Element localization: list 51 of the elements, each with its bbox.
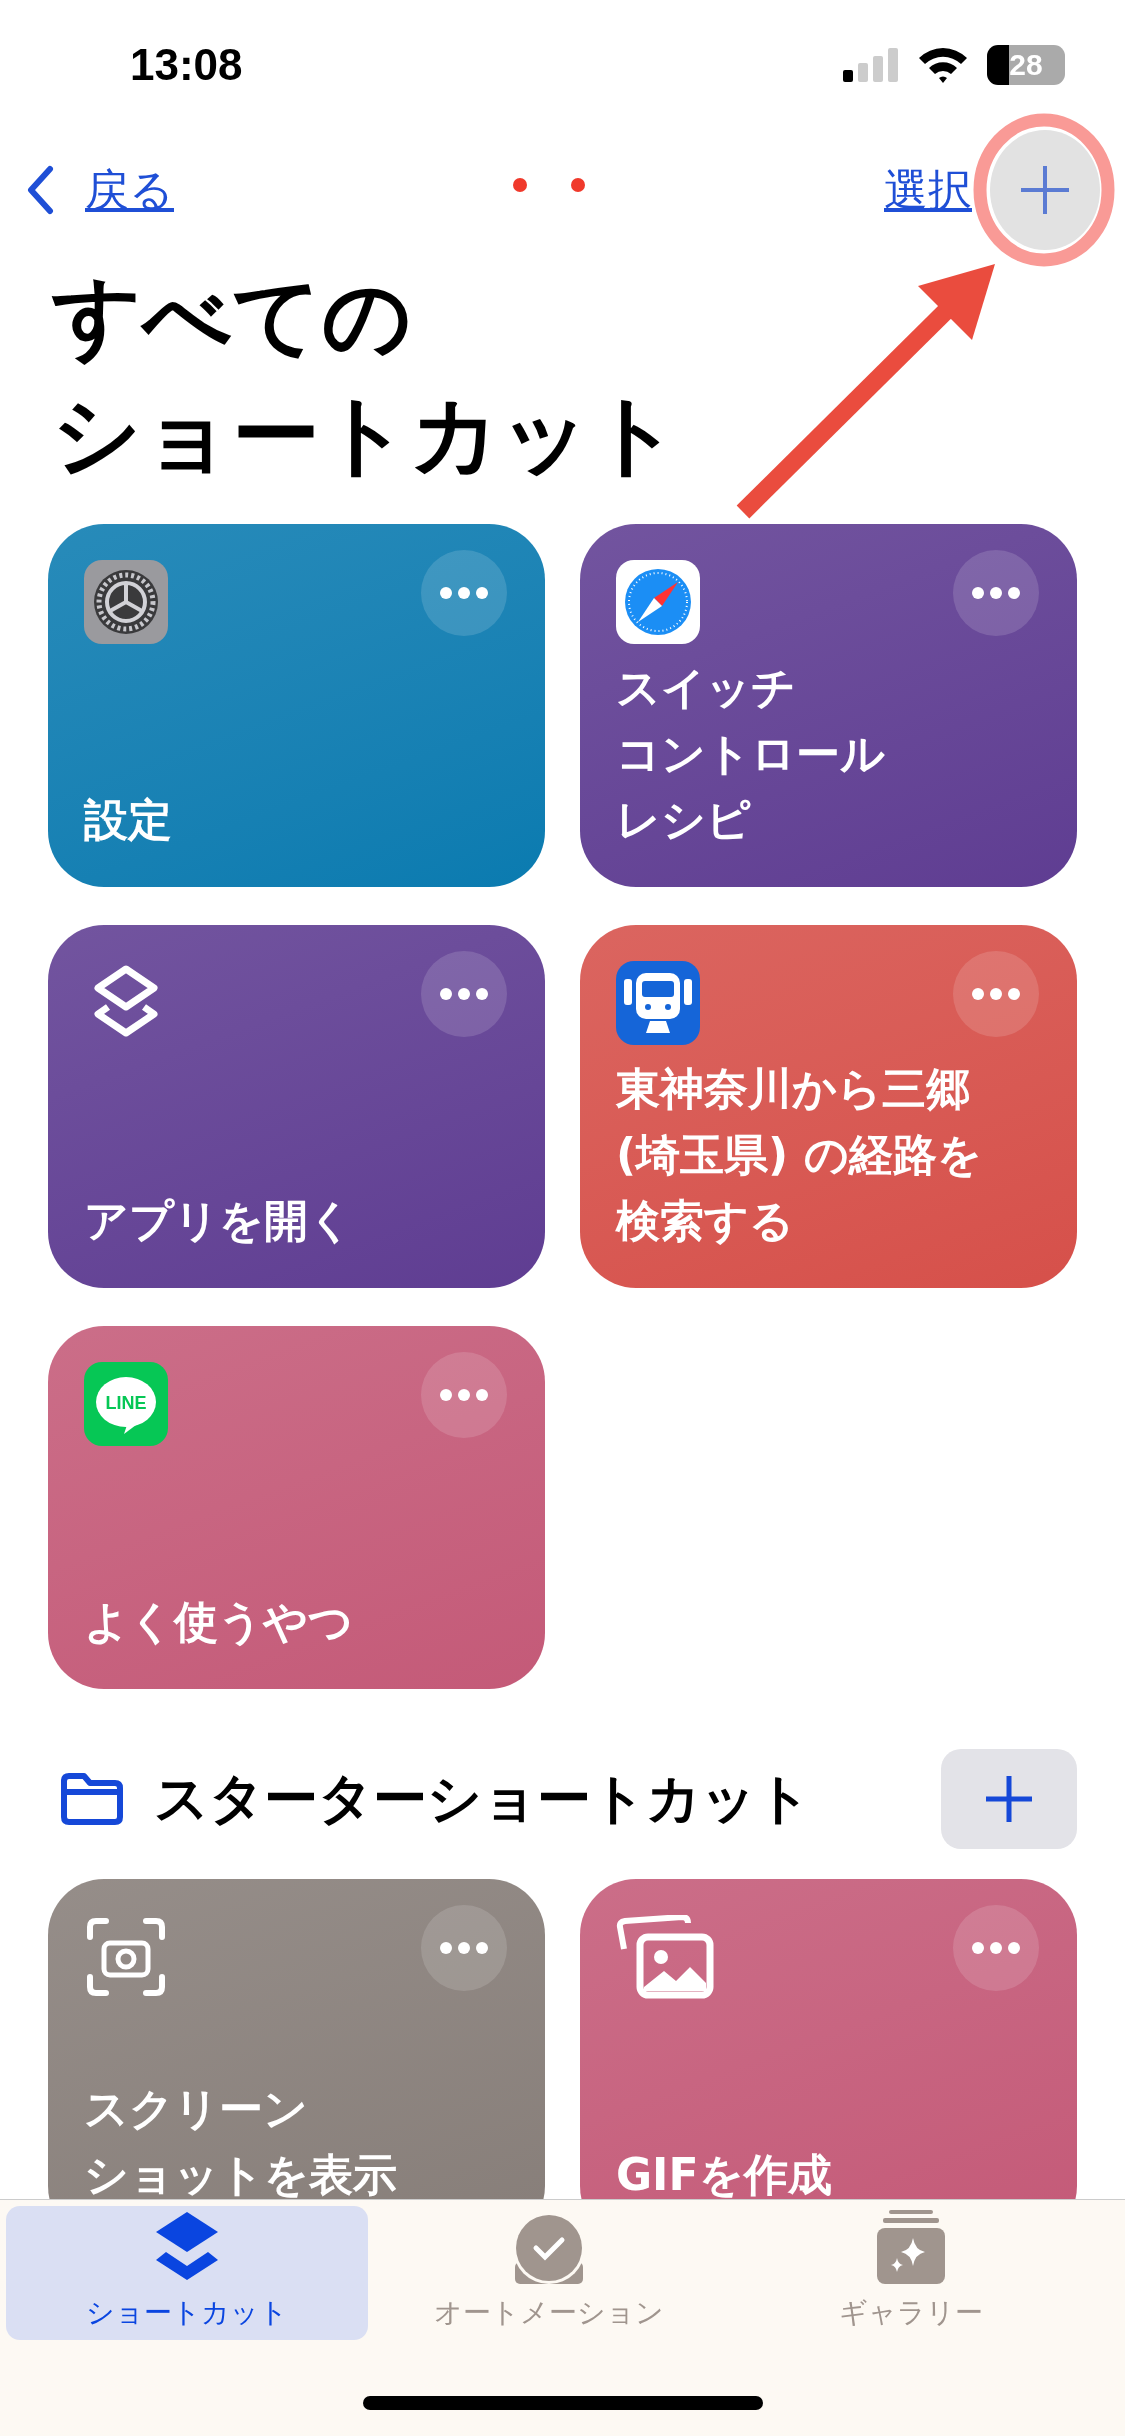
shortcut-title: スイッチ — [616, 661, 797, 715]
compass-icon — [616, 560, 700, 644]
section-title: スターターショートカット — [154, 1765, 812, 1832]
shortcut-card[interactable]: アプリを開く — [48, 925, 545, 1288]
back-link[interactable]: 戻る — [25, 160, 174, 220]
chevron-icon — [25, 165, 55, 215]
photos-icon — [616, 1915, 716, 1999]
shortcut-title: レシピ — [616, 793, 752, 847]
shortcut-title: ショットを表示 — [84, 2148, 398, 2199]
shortcut-title: GIFを作成 — [616, 2148, 833, 2199]
shortcut-card[interactable]: スイッチ コントロール レシピ — [580, 524, 1077, 887]
plus-icon — [984, 1774, 1034, 1824]
train-icon — [616, 961, 700, 1045]
status-time: 13:08 — [130, 40, 243, 90]
ellipsis-icon — [439, 1388, 489, 1402]
shortcut-title: 検索する — [616, 1194, 795, 1248]
gallery-icon — [875, 2208, 947, 2286]
shortcut-title: スクリーン — [84, 2082, 309, 2136]
ellipsis-icon — [439, 1941, 489, 1955]
folder-icon — [60, 1773, 124, 1825]
shortcut-card[interactable]: 東神奈川から三郷 (埼玉県) の経路を 検索する — [580, 925, 1077, 1288]
shortcut-title: 設定 — [84, 793, 173, 847]
tab[interactable]: ギャラリー — [730, 2206, 1092, 2340]
dots-icon — [512, 177, 586, 193]
check-clock-icon — [513, 2212, 585, 2286]
select-link[interactable]: 選択 — [884, 160, 972, 220]
shortcut-title: (埼玉県) の経路を — [616, 1128, 983, 1182]
ellipsis-icon — [971, 987, 1021, 1001]
shortcut-title: 東神奈川から三郷 — [616, 1062, 971, 1116]
signal-icon — [843, 48, 899, 82]
gear-icon — [84, 560, 168, 644]
shortcut-title: アプリを開く — [84, 1194, 354, 1248]
screenshot-camera-icon — [84, 1915, 168, 1999]
tab[interactable]: オートメーション — [368, 2206, 730, 2340]
shortcut-card[interactable]: LINE よく使うやつ — [48, 1326, 545, 1689]
shortcut-card[interactable]: スクリーン ショットを表示 — [48, 1879, 545, 2199]
tab[interactable]: ショートカット — [6, 2206, 368, 2340]
shortcut-card[interactable]: GIFを作成 — [580, 1879, 1077, 2199]
shortcut-title: コントロール — [616, 727, 886, 781]
page-title: すべての — [52, 264, 413, 370]
shortcut-card[interactable]: 設定 — [48, 524, 545, 887]
ellipsis-icon — [971, 586, 1021, 600]
ellipsis-icon — [439, 987, 489, 1001]
chat-app-icon: LINE — [84, 1362, 168, 1446]
ellipsis-icon — [971, 1941, 1021, 1955]
shortcut-title: よく使うやつ — [84, 1595, 354, 1649]
wifi-icon — [917, 46, 969, 84]
add-button[interactable] — [941, 1749, 1077, 1849]
battery-icon: 28 — [987, 45, 1065, 85]
ellipsis-icon — [439, 586, 489, 600]
page-title: ショートカット — [52, 382, 681, 488]
